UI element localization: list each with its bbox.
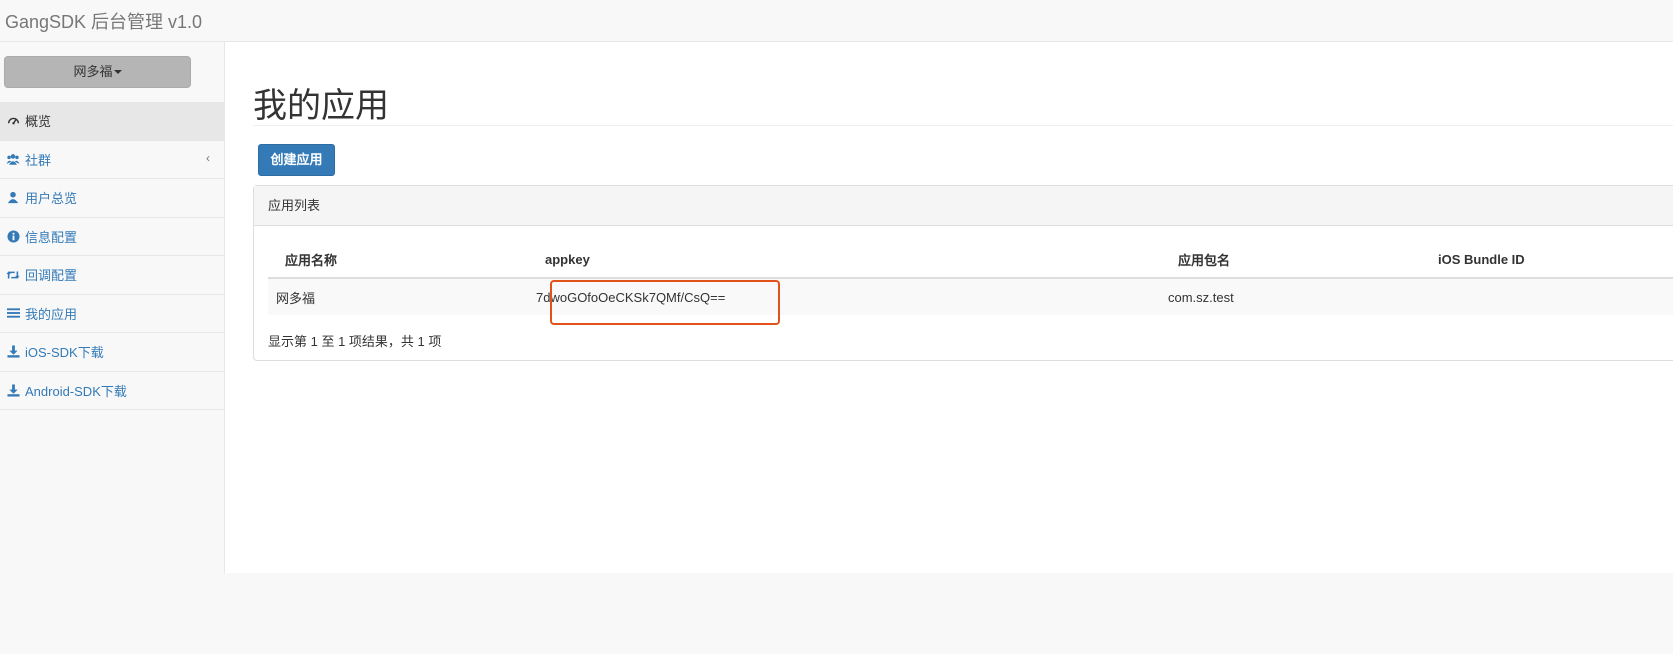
sidebar-item-label: 回调配置 [25,268,78,284]
sidebar-item-callback-config[interactable]: 回调配置 [0,256,224,295]
sidebar-item-label: 概览 [25,114,52,130]
download-icon [6,383,20,397]
top-navbar: GangSDK 后台管理 v1.0 [0,0,1673,42]
page-title: 我的应用 [253,87,389,125]
cell-package-name: com.sz.test [1168,289,1234,305]
table-info: 显示第 1 至 1 项结果，共 1 项 [268,334,442,349]
user-icon [6,191,20,205]
column-header-app-name[interactable]: 应用名称 [285,242,337,277]
dashboard-icon [6,114,20,128]
panel-heading: 应用列表 [254,186,1673,226]
sidebar-item-user-overview[interactable]: 用户总览 [0,179,224,218]
sidebar-item-info-config[interactable]: 信息配置 [0,218,224,256]
cell-app-name: 网多福 [276,290,316,306]
sidebar-nav: 概览 社群 ‹ 用户总览 信息配置 回调配置 我的应用 iOS-SDK下载 An… [0,102,224,410]
chevron-left-icon: ‹ [206,150,210,165]
sidebar-item-overview[interactable]: 概览 [0,102,224,141]
sidebar-item-label: 我的应用 [25,306,78,322]
sidebar-item-community[interactable]: 社群 ‹ [0,141,224,179]
sidebar-item-android-sdk-download[interactable]: Android-SDK下载 [0,372,224,410]
sidebar: 网多福 概览 社群 ‹ 用户总览 信息配置 回调配置 我的应用 iOS-SDK下… [0,42,225,573]
column-header-package-name[interactable]: 应用包名 [1178,242,1230,277]
divider [253,125,1673,126]
app-brand[interactable]: GangSDK 后台管理 v1.0 [5,8,202,34]
sidebar-item-ios-sdk-download[interactable]: iOS-SDK下载 [0,333,224,372]
sidebar-item-label: 社群 [25,152,52,168]
caret-down-icon [113,69,122,74]
info-icon [6,229,20,243]
user-dropdown-label: 网多福 [73,64,113,79]
app-list-panel: 应用列表 应用名称 appkey 应用包名 iOS Bundle ID 网多福 … [253,185,1673,361]
column-header-appkey[interactable]: appkey [545,242,590,277]
appkey-highlight-box [550,280,780,325]
sidebar-item-label: iOS-SDK下载 [25,345,104,361]
download-icon [6,345,20,359]
column-header-ios-bundle-id[interactable]: iOS Bundle ID [1438,242,1525,277]
user-dropdown-button[interactable]: 网多福 [4,56,191,88]
users-icon [6,152,20,166]
sidebar-item-label: 信息配置 [25,229,78,245]
sidebar-item-label: 用户总览 [25,191,78,207]
sidebar-item-my-apps[interactable]: 我的应用 [0,295,224,333]
table-row[interactable]: 网多福 7dwoGOfoOeCKSk7QMf/CsQ== com.sz.test [268,279,1673,315]
list-icon [6,306,20,320]
sidebar-item-label: Android-SDK下载 [25,383,127,399]
retweet-icon [6,268,20,282]
create-app-button[interactable]: 创建应用 [258,144,335,176]
main-content: 我的应用 创建应用 应用列表 应用名称 appkey 应用包名 iOS Bund… [225,42,1673,573]
table-header: 应用名称 appkey 应用包名 iOS Bundle ID [268,242,1673,279]
